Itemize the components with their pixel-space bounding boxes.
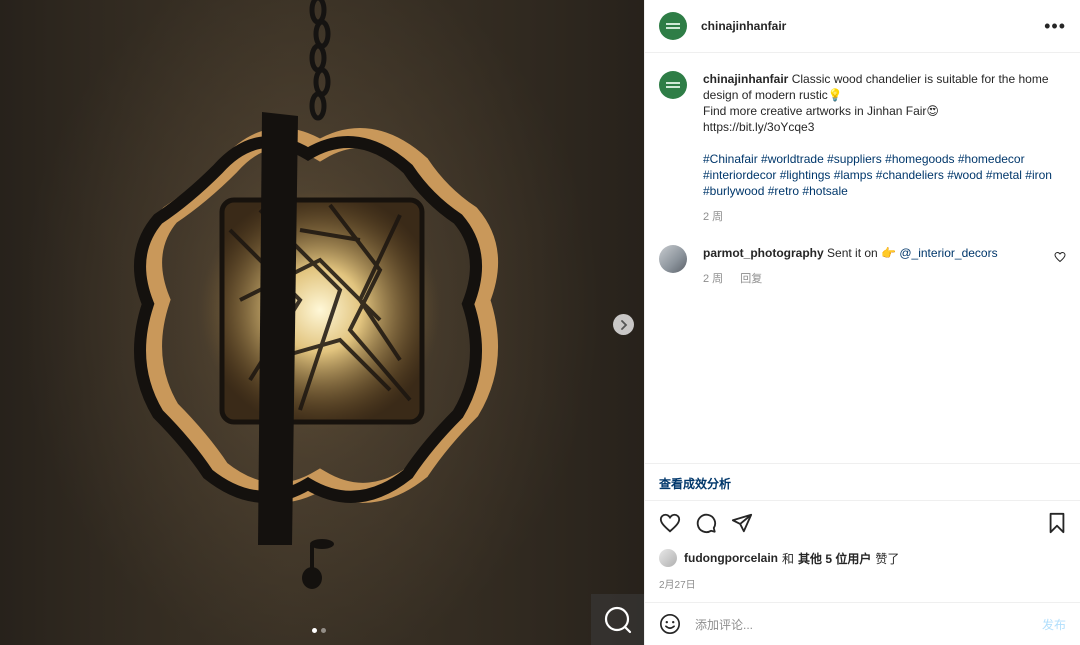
- hashtag[interactable]: #burlywood: [703, 184, 764, 198]
- liker-avatar[interactable]: [659, 549, 677, 567]
- like-button[interactable]: [659, 512, 681, 534]
- share-button[interactable]: [731, 512, 753, 534]
- caption-link[interactable]: https://bit.ly/3oYcqe3: [703, 120, 814, 134]
- bookmark-icon: [1049, 512, 1065, 534]
- author-username[interactable]: chinajinhanfair: [701, 19, 786, 33]
- hashtag[interactable]: #homedecor: [958, 152, 1025, 166]
- carousel-indicator: [312, 628, 326, 633]
- hashtag[interactable]: #homegoods: [885, 152, 954, 166]
- caption-timestamp[interactable]: 2 周: [703, 211, 723, 223]
- heart-icon: [659, 513, 681, 533]
- hashtag[interactable]: #wood: [947, 168, 982, 182]
- action-bar: [659, 512, 1067, 534]
- author-avatar[interactable]: [659, 71, 687, 99]
- insights-bar: 查看成效分析: [645, 463, 1080, 501]
- comment-timestamp[interactable]: 2 周: [703, 273, 723, 285]
- smiley-icon: [660, 614, 680, 634]
- hashtag[interactable]: #iron: [1025, 168, 1052, 182]
- chevron-right-icon: [620, 319, 627, 330]
- hashtag[interactable]: #worldtrade: [761, 152, 824, 166]
- pointing-hand-emoji-icon: 👉: [881, 246, 897, 260]
- search-icon: [604, 606, 631, 633]
- caption-body: chinajinhanfair Classic wood chandelier …: [703, 71, 1066, 225]
- comment-meta: 2 周 回复: [703, 271, 1046, 287]
- comment-body: parmot_photography Sent it on 👉 @_interi…: [703, 245, 1046, 287]
- caption: chinajinhanfair Classic wood chandelier …: [659, 71, 1066, 225]
- comment-bubble-icon: [696, 513, 717, 534]
- emoji-picker-button[interactable]: [659, 613, 681, 635]
- view-insights-link[interactable]: 查看成效分析: [659, 477, 731, 491]
- comment-item: parmot_photography Sent it on 👉 @_interi…: [659, 245, 1066, 287]
- chandelier-photo: [0, 0, 644, 645]
- comment-button[interactable]: [695, 512, 717, 534]
- add-comment-bar: 添加评论... 发布: [645, 602, 1080, 645]
- hashtag[interactable]: #hotsale: [802, 184, 847, 198]
- save-button[interactable]: [1047, 512, 1067, 534]
- post-dialog: chinajinhanfair ••• chinajinhanfair Clas…: [0, 0, 1080, 645]
- caption-text-line2: Find more creative artworks in Jinhan Fa…: [703, 104, 927, 118]
- post-comment-button[interactable]: 发布: [1042, 616, 1066, 633]
- comment-like-button[interactable]: [1054, 251, 1066, 266]
- post-media: [0, 0, 644, 645]
- hashtag[interactable]: #lamps: [834, 168, 873, 182]
- next-image-button[interactable]: [613, 314, 634, 335]
- heart-eyes-emoji-icon: 😍: [926, 104, 939, 118]
- caption-hashtags: #Chinafair #worldtrade #suppliers #homeg…: [703, 151, 1066, 199]
- commenter-avatar[interactable]: [659, 245, 687, 273]
- author-avatar[interactable]: [659, 12, 687, 40]
- heart-icon: [1054, 251, 1066, 263]
- liker-username[interactable]: fudongporcelain: [684, 551, 778, 565]
- lightbulb-emoji-icon: 💡: [827, 88, 843, 102]
- hashtag[interactable]: #Chinafair: [703, 152, 758, 166]
- hashtag[interactable]: #chandeliers: [876, 168, 944, 182]
- carousel-dot-active: [312, 628, 317, 633]
- likes-summary: fudongporcelain 和 其他 5 位用户 赞了: [659, 549, 899, 567]
- reply-button[interactable]: 回复: [740, 273, 762, 285]
- post-side-panel: chinajinhanfair ••• chinajinhanfair Clas…: [644, 0, 1080, 645]
- paper-plane-icon: [731, 513, 753, 533]
- comment-text: Sent it on: [827, 246, 878, 260]
- hashtag[interactable]: #interiordecor: [703, 168, 776, 182]
- hashtag[interactable]: #suppliers: [827, 152, 882, 166]
- hashtag[interactable]: #retro: [768, 184, 799, 198]
- hashtag[interactable]: #lightings: [780, 168, 831, 182]
- carousel-dot: [321, 628, 326, 633]
- comment-mention[interactable]: @_interior_decors: [899, 246, 997, 260]
- post-date[interactable]: 2月27日: [659, 576, 696, 591]
- hashtag[interactable]: #metal: [986, 168, 1022, 182]
- likes-others[interactable]: 其他 5 位用户: [798, 550, 871, 567]
- comments-list: chinajinhanfair Classic wood chandelier …: [645, 53, 1080, 463]
- comment-input[interactable]: 添加评论...: [695, 616, 1042, 633]
- post-header: chinajinhanfair •••: [645, 0, 1080, 53]
- caption-username[interactable]: chinajinhanfair: [703, 72, 788, 86]
- comment-username[interactable]: parmot_photography: [703, 246, 824, 260]
- likes-conjunction: 和: [782, 551, 795, 566]
- caption-meta: 2 周: [703, 209, 1066, 225]
- visual-search-button[interactable]: [591, 594, 644, 645]
- likes-suffix: 赞了: [875, 551, 900, 566]
- more-options-icon[interactable]: •••: [1044, 17, 1066, 35]
